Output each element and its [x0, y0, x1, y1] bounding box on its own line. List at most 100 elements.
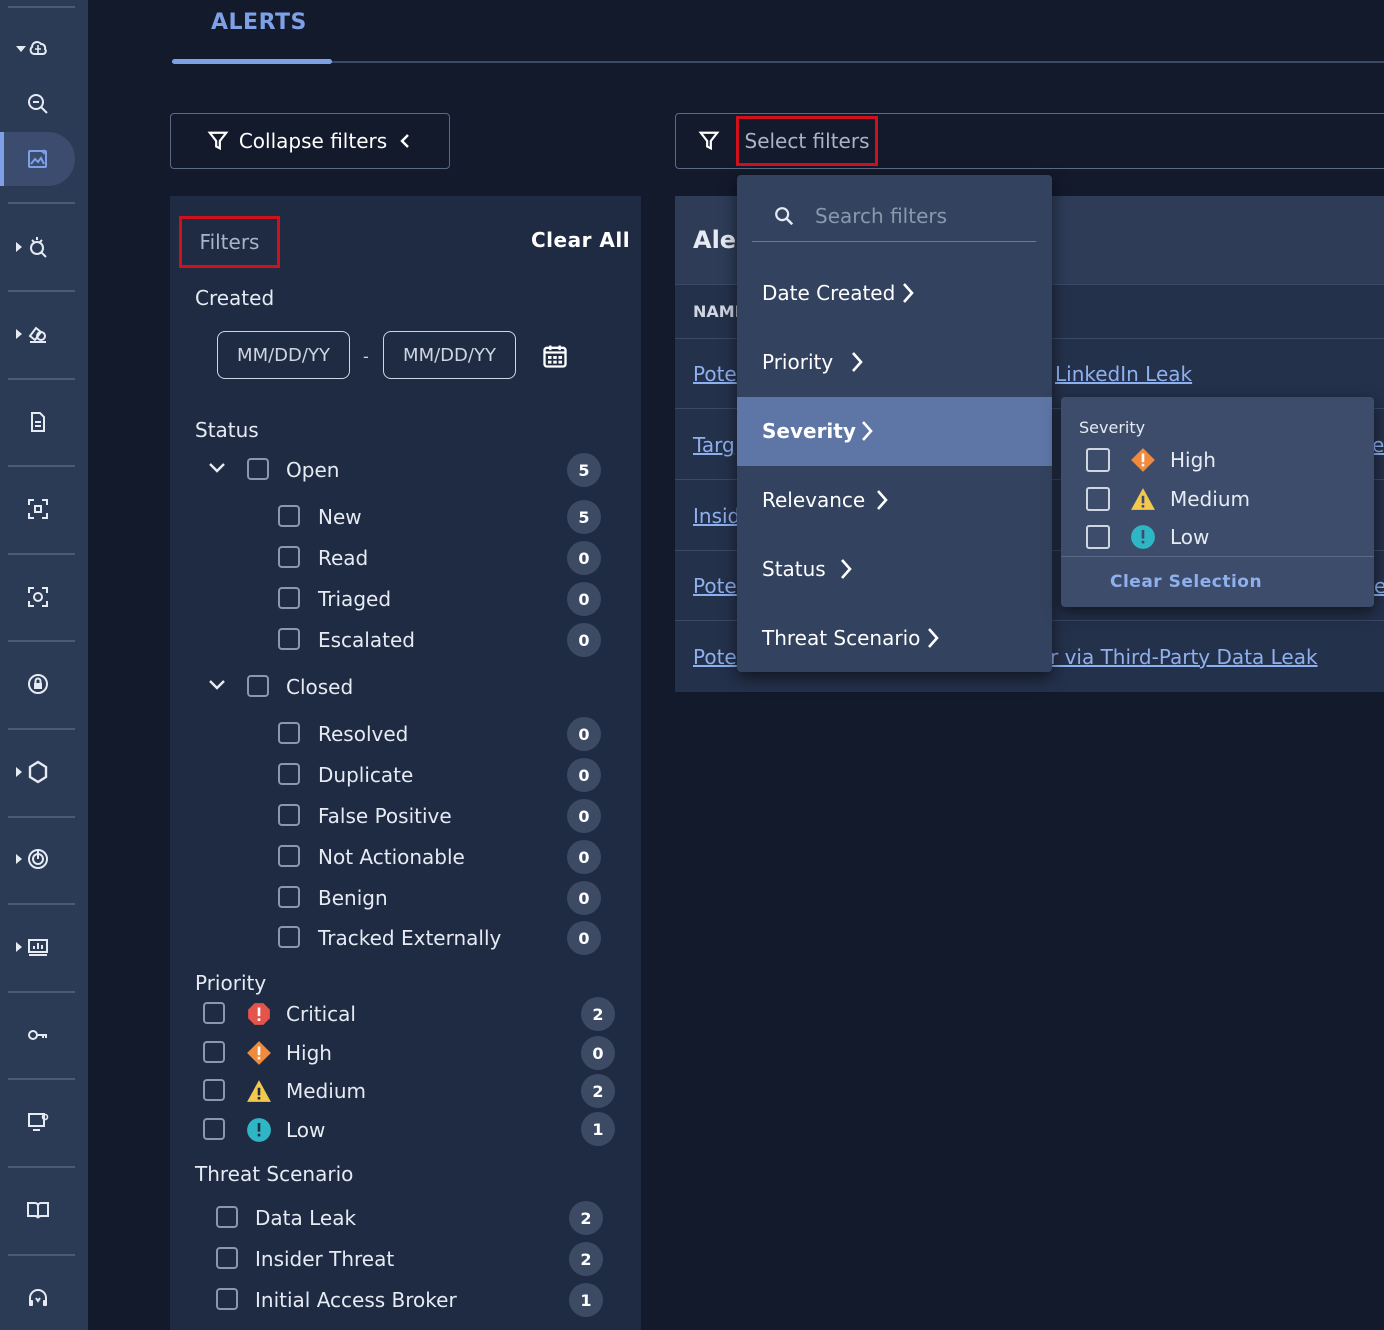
scan-target-icon — [27, 587, 48, 607]
select-filters-button[interactable]: Select filters — [736, 116, 878, 166]
menu-item-threat-scenario[interactable]: Threat Scenario — [737, 604, 1052, 673]
status-triaged-checkbox[interactable] — [278, 587, 300, 609]
tab-active-indicator — [172, 59, 332, 64]
threat-initial-access-broker-checkbox[interactable] — [216, 1288, 238, 1310]
clear-all-button[interactable]: Clear All — [531, 228, 630, 252]
status-resolved-checkbox[interactable] — [278, 722, 300, 744]
threat-data-leak-checkbox[interactable] — [216, 1206, 238, 1228]
menu-item-status[interactable]: Status — [737, 535, 1052, 604]
sidebar-divider — [8, 378, 75, 380]
severity-medium-checkbox[interactable] — [1086, 487, 1110, 511]
severity-high-label: High — [1170, 448, 1216, 472]
collapse-filters-button[interactable]: Collapse filters — [170, 113, 450, 169]
menu-item-date-created[interactable]: Date Created — [737, 259, 1052, 328]
status-open-checkbox[interactable] — [247, 458, 269, 480]
priority-medium-checkbox[interactable] — [203, 1079, 225, 1101]
tab-alerts[interactable]: ALERTS — [211, 10, 307, 35]
created-to-input[interactable]: MM/DD/YY — [383, 331, 516, 379]
high-icon — [247, 1041, 271, 1065]
menu-item-relevance[interactable]: Relevance — [737, 466, 1052, 535]
chevron-left-icon — [400, 134, 409, 148]
priority-low-checkbox[interactable] — [203, 1118, 225, 1140]
sidebar-divider — [8, 1254, 75, 1256]
table-row-link[interactable]: Pote — [693, 645, 737, 669]
sidebar-item-support[interactable] — [0, 1271, 75, 1325]
sidebar-item-radar[interactable] — [0, 832, 75, 886]
status-tracked-externally-checkbox[interactable] — [278, 926, 300, 948]
status-false-positive-checkbox[interactable] — [278, 804, 300, 826]
sidebar-divider — [8, 1078, 75, 1080]
status-false-positive-label: False Positive — [318, 804, 452, 828]
status-escalated-count: 0 — [567, 623, 601, 657]
menu-item-label: Relevance — [762, 488, 866, 512]
table-row-link[interactable]: Insid — [693, 504, 740, 528]
status-read-checkbox[interactable] — [278, 546, 300, 568]
table-row-link[interactable]: Targ — [693, 433, 735, 457]
table-row-link[interactable]: Pote — [693, 362, 737, 386]
sidebar-item-docs[interactable] — [0, 1183, 75, 1237]
medium-icon — [1131, 488, 1155, 510]
status-closed-checkbox[interactable] — [247, 675, 269, 697]
screen-gear-icon — [27, 1113, 48, 1131]
priority-label: Priority — [195, 971, 267, 995]
sidebar-item-search[interactable] — [0, 77, 75, 131]
date-range-separator: - — [363, 347, 369, 366]
severity-high-checkbox[interactable] — [1086, 448, 1110, 472]
clear-selection-button[interactable]: Clear Selection — [1110, 572, 1262, 592]
status-duplicate-label: Duplicate — [318, 763, 414, 787]
sidebar-item-vulnerability[interactable] — [0, 570, 75, 624]
critical-icon — [248, 1003, 270, 1025]
threat-insider-threat-checkbox[interactable] — [216, 1247, 238, 1269]
severity-submenu-title: Severity — [1079, 418, 1146, 437]
status-duplicate-checkbox[interactable] — [278, 763, 300, 785]
sidebar-item-intelligence[interactable] — [0, 22, 75, 76]
sidebar-item-alerts[interactable] — [0, 132, 75, 186]
chevron-down-icon[interactable] — [207, 461, 227, 475]
sidebar-item-scanner[interactable] — [0, 482, 75, 536]
sidebar-item-settings[interactable] — [0, 1095, 75, 1149]
sidebar-item-monitoring[interactable] — [0, 220, 75, 274]
status-escalated-checkbox[interactable] — [278, 628, 300, 650]
status-not-actionable-checkbox[interactable] — [278, 845, 300, 867]
calendar-icon[interactable] — [541, 342, 569, 370]
created-from-input[interactable]: MM/DD/YY — [217, 331, 350, 379]
menu-item-label: Date Created — [762, 281, 896, 305]
sidebar-item-investigations[interactable] — [0, 307, 75, 361]
table-row-link[interactable]: Pote — [693, 574, 737, 598]
filter-bar[interactable]: Select filters — [675, 113, 1384, 169]
sidebar-item-integrations[interactable] — [0, 745, 75, 799]
sidebar-item-security[interactable] — [0, 657, 75, 711]
chevron-right-icon — [928, 628, 939, 648]
sidebar-divider — [8, 728, 75, 730]
funnel-icon — [698, 131, 720, 151]
sidebar-item-reports[interactable] — [0, 395, 75, 449]
table-row-link[interactable]: e — [1374, 574, 1384, 598]
priority-low-count: 1 — [581, 1112, 615, 1146]
status-new-checkbox[interactable] — [278, 505, 300, 527]
chevron-down-icon[interactable] — [207, 678, 227, 692]
sidebar-item-credentials[interactable] — [0, 1008, 75, 1062]
lock-circle-icon — [27, 674, 48, 694]
filters-title: Filters — [179, 216, 280, 268]
severity-low-checkbox[interactable] — [1086, 525, 1110, 549]
status-benign-checkbox[interactable] — [278, 886, 300, 908]
status-triaged-count: 0 — [567, 582, 601, 616]
sidebar-divider — [8, 465, 75, 467]
hexagon-icon — [28, 760, 47, 784]
priority-critical-checkbox[interactable] — [203, 1002, 225, 1024]
funnel-icon — [207, 131, 229, 151]
chevron-right-icon — [862, 421, 873, 441]
menu-item-label: Status — [762, 557, 826, 581]
priority-high-checkbox[interactable] — [203, 1041, 225, 1063]
menu-item-label: Threat Scenario — [762, 626, 921, 650]
menu-item-label: Severity — [762, 419, 856, 443]
status-read-label: Read — [318, 546, 369, 570]
table-row-link[interactable]: r via Third-Party Data Leak — [1050, 645, 1318, 669]
menu-item-priority[interactable]: Priority — [737, 328, 1052, 397]
sidebar-item-dashboard[interactable] — [0, 920, 75, 974]
key-icon — [27, 1030, 47, 1040]
menu-item-severity[interactable]: Severity — [737, 397, 1052, 466]
table-row-link[interactable]: LinkedIn Leak — [1055, 362, 1192, 386]
priority-medium-label: Medium — [286, 1079, 366, 1103]
high-icon — [1131, 448, 1155, 472]
